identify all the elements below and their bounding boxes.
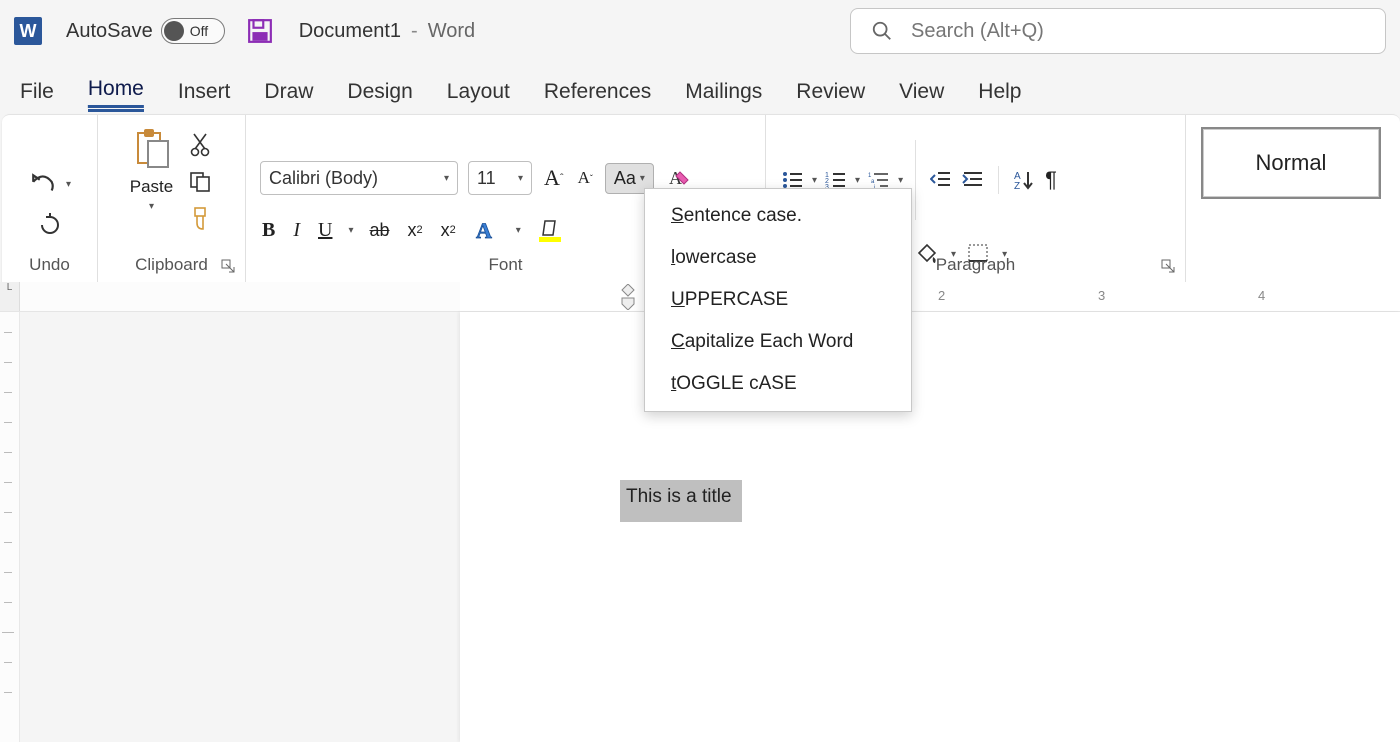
group-styles: Normal bbox=[1186, 115, 1390, 283]
decrease-indent-button[interactable] bbox=[928, 168, 954, 192]
menu-capitalize-each-word[interactable]: Capitalize Each Word bbox=[645, 321, 911, 363]
group-undo-label: Undo bbox=[2, 255, 97, 275]
bold-button[interactable]: B bbox=[260, 217, 277, 244]
tab-references[interactable]: References bbox=[544, 80, 651, 112]
grow-font-button[interactable]: Aˆ bbox=[542, 163, 566, 193]
subscript-button[interactable]: x2 bbox=[406, 218, 425, 243]
chevron-down-icon: ▾ bbox=[518, 173, 523, 184]
italic-button[interactable]: I bbox=[291, 217, 302, 244]
tab-layout[interactable]: Layout bbox=[447, 80, 510, 112]
chevron-down-icon: ▾ bbox=[444, 173, 449, 184]
copy-icon bbox=[189, 171, 211, 193]
undo-dropdown[interactable]: ▾ bbox=[66, 179, 71, 190]
font-size-value: 11 bbox=[477, 168, 496, 189]
autosave-label: AutoSave bbox=[66, 20, 153, 43]
save-icon[interactable] bbox=[247, 18, 273, 44]
text-effects-dropdown[interactable]: ▾ bbox=[516, 225, 521, 236]
paste-button[interactable]: Paste ▾ bbox=[130, 127, 173, 212]
chevron-down-icon: ▾ bbox=[640, 173, 645, 184]
underline-button[interactable]: U bbox=[316, 217, 334, 244]
paste-label: Paste bbox=[130, 177, 173, 197]
format-painter-button[interactable] bbox=[187, 205, 213, 233]
title-separator: - bbox=[411, 20, 418, 43]
undo-button[interactable] bbox=[28, 171, 58, 197]
tab-insert[interactable]: Insert bbox=[178, 80, 231, 112]
vertical-ruler[interactable] bbox=[0, 312, 20, 742]
autosave-toggle[interactable]: Off bbox=[161, 18, 225, 44]
numbering-icon: 123 bbox=[825, 170, 847, 190]
group-clipboard: Paste ▾ Clipboard bbox=[98, 115, 246, 283]
highlight-icon bbox=[537, 217, 563, 243]
change-case-text: Aa bbox=[614, 168, 636, 189]
multilevel-icon: 1ai bbox=[868, 170, 890, 190]
ruler-mark-2: 2 bbox=[938, 288, 945, 303]
paste-icon bbox=[130, 127, 172, 173]
repeat-button[interactable] bbox=[36, 211, 64, 239]
ruler-corner: L bbox=[0, 282, 20, 311]
change-case-menu: Sentence case. lowercase UPPERCASE Capit… bbox=[644, 188, 912, 412]
brush-icon bbox=[189, 207, 211, 231]
svg-text:Z: Z bbox=[1014, 181, 1020, 191]
show-marks-button[interactable]: ¶ bbox=[1043, 165, 1059, 195]
numbering-dropdown[interactable]: ▾ bbox=[855, 175, 860, 186]
font-name-select[interactable]: Calibri (Body) ▾ bbox=[260, 161, 458, 195]
search-placeholder: Search (Alt+Q) bbox=[911, 20, 1044, 43]
document-page[interactable]: This is a title bbox=[460, 312, 1400, 742]
autosave-state: Off bbox=[190, 23, 208, 39]
strikethrough-button[interactable]: ab bbox=[368, 218, 392, 243]
highlight-button[interactable] bbox=[535, 215, 565, 245]
menu-toggle-case[interactable]: tOGGLE cASE bbox=[645, 363, 911, 405]
multilevel-dropdown[interactable]: ▾ bbox=[898, 175, 903, 186]
tab-draw[interactable]: Draw bbox=[264, 80, 313, 112]
shrink-font-button[interactable]: Aˇ bbox=[576, 166, 595, 190]
app-name: Word bbox=[428, 20, 475, 43]
style-normal[interactable]: Normal bbox=[1201, 127, 1381, 199]
underline-dropdown[interactable]: ▾ bbox=[348, 225, 353, 236]
ruler-mark-3: 3 bbox=[1098, 288, 1105, 303]
indent-icon bbox=[962, 170, 984, 190]
document-name[interactable]: Document1 bbox=[299, 20, 401, 43]
superscript-button[interactable]: x2 bbox=[439, 218, 458, 243]
tab-view[interactable]: View bbox=[899, 80, 944, 112]
paste-dropdown-icon: ▾ bbox=[149, 201, 154, 212]
menu-uppercase[interactable]: UPPERCASE bbox=[645, 279, 911, 321]
indent-marker-icon[interactable] bbox=[618, 284, 638, 310]
sort-icon: AZ bbox=[1013, 169, 1035, 191]
tab-file[interactable]: File bbox=[20, 80, 54, 112]
title-bar: W AutoSave Off Document1 - Word Search (… bbox=[0, 0, 1400, 62]
bullets-icon bbox=[782, 170, 804, 190]
text-effects-button[interactable]: A bbox=[472, 215, 502, 245]
ruler-mark-4: 4 bbox=[1258, 288, 1265, 303]
app-icon: W bbox=[14, 17, 42, 45]
style-normal-label: Normal bbox=[1256, 150, 1327, 176]
menu-sentence-case[interactable]: Sentence case. bbox=[645, 195, 911, 237]
svg-text:A: A bbox=[476, 218, 492, 243]
tab-help[interactable]: Help bbox=[978, 80, 1021, 112]
tab-home[interactable]: Home bbox=[88, 77, 144, 112]
tab-design[interactable]: Design bbox=[347, 80, 412, 112]
tab-review[interactable]: Review bbox=[796, 80, 865, 112]
search-icon bbox=[871, 20, 893, 42]
scissors-icon bbox=[190, 133, 210, 157]
increase-indent-button[interactable] bbox=[960, 168, 986, 192]
toggle-knob-icon bbox=[164, 21, 184, 41]
ribbon-tabs: File Home Insert Draw Design Layout Refe… bbox=[0, 62, 1400, 112]
menu-lowercase[interactable]: lowercase bbox=[645, 237, 911, 279]
outdent-icon bbox=[930, 170, 952, 190]
font-name-value: Calibri (Body) bbox=[269, 168, 378, 189]
paragraph-dialog-launcher[interactable] bbox=[1161, 259, 1175, 273]
text-effects-icon: A bbox=[474, 217, 500, 243]
copy-button[interactable] bbox=[187, 169, 213, 195]
sort-button[interactable]: AZ bbox=[1011, 167, 1037, 193]
selected-text[interactable]: This is a title bbox=[620, 480, 742, 522]
eraser-a-icon: A bbox=[666, 166, 690, 190]
tab-mailings[interactable]: Mailings bbox=[685, 80, 762, 112]
search-box[interactable]: Search (Alt+Q) bbox=[850, 8, 1386, 54]
cut-button[interactable] bbox=[188, 131, 212, 159]
font-size-select[interactable]: 11 ▾ bbox=[468, 161, 532, 195]
clipboard-dialog-launcher[interactable] bbox=[221, 259, 235, 273]
bullets-dropdown[interactable]: ▾ bbox=[812, 175, 817, 186]
group-undo: ▾ Undo bbox=[2, 115, 98, 283]
